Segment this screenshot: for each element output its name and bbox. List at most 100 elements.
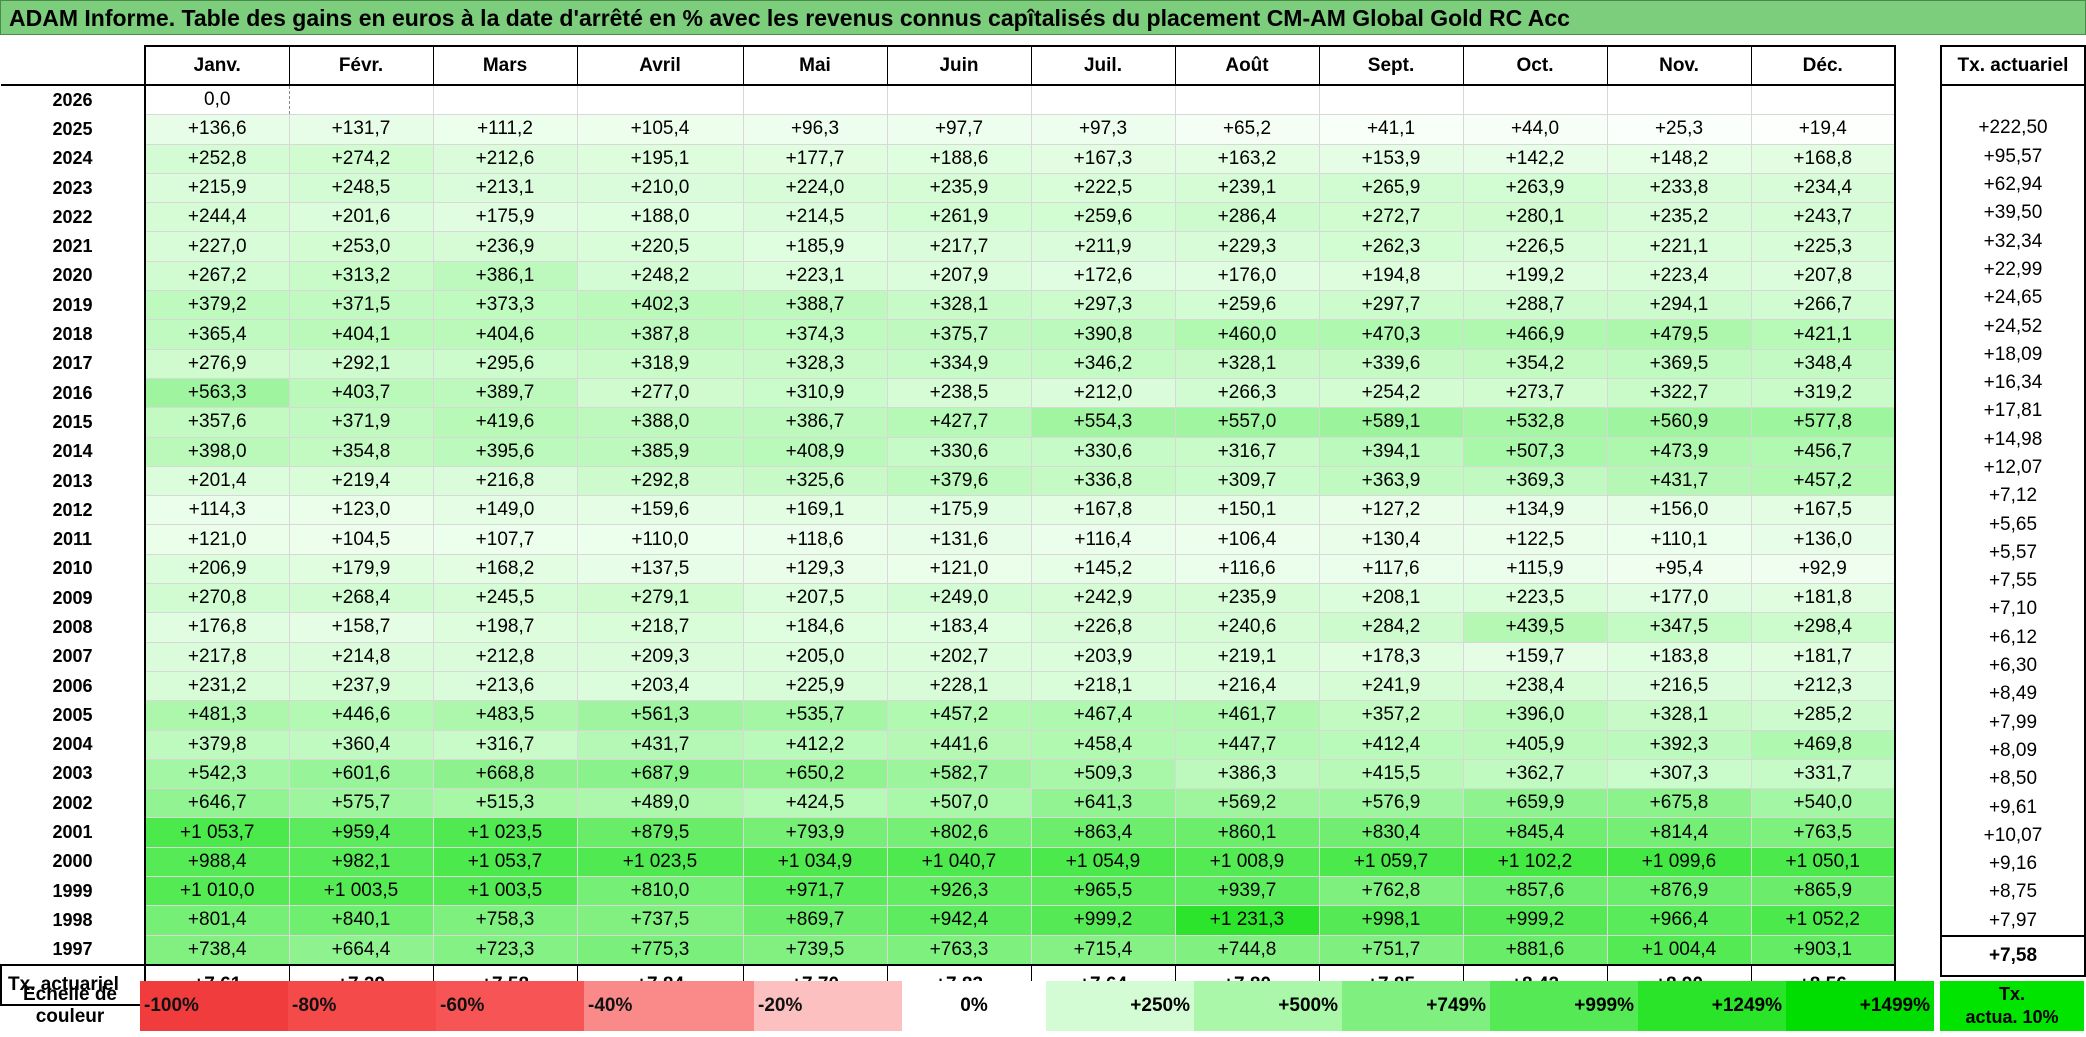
gain-cell: +999,2 — [1463, 905, 1608, 936]
gain-cell: +41,1 — [1319, 114, 1464, 145]
gain-cell: +238,4 — [1463, 671, 1608, 702]
gain-cell: +44,0 — [1463, 114, 1608, 145]
gain-cell: +310,9 — [743, 378, 888, 409]
month-header: Janv. — [145, 45, 290, 86]
gain-cell: +137,5 — [577, 554, 744, 585]
rate-row: +7,97 — [1940, 906, 2086, 937]
annual-rate: +9,61 — [1940, 793, 2086, 822]
gain-cell: +723,3 — [433, 935, 578, 966]
rate-row: +10,07 — [1940, 821, 2086, 851]
gain-cell: +219,4 — [289, 466, 434, 497]
gain-cell: +398,0 — [145, 437, 290, 467]
gain-cell: +427,7 — [887, 407, 1032, 438]
gain-cell: +176,8 — [145, 612, 290, 643]
year-label: 2011 — [1, 524, 146, 555]
gain-cell: +168,2 — [433, 554, 578, 585]
table-row: 2020 +267,2 +313,2 +386,1 +248,2 +223,1 +207,9… — [1, 261, 1896, 292]
gain-cell: +212,3 — [1751, 671, 1896, 702]
gain-cell: +279,1 — [577, 583, 744, 614]
gain-cell: +201,4 — [145, 466, 290, 497]
rate-column-header: Tx. actuariel — [1940, 45, 2086, 86]
annual-rate: +8,75 — [1940, 878, 2086, 907]
gain-cell: +971,7 — [743, 876, 888, 907]
year-label: 2014 — [1, 437, 146, 467]
gain-cell — [887, 85, 1032, 116]
table-row: 2001 +1 053,7 +959,4 +1 023,5 +879,5 +793,9 +8… — [1, 817, 1896, 848]
rate-row: +12,07 — [1940, 453, 2086, 483]
year-label: 2021 — [1, 231, 146, 262]
gain-cell: +328,1 — [1175, 349, 1320, 379]
gain-cell: +458,4 — [1031, 730, 1176, 760]
gain-cell: +181,7 — [1751, 642, 1896, 672]
gain-cell: +136,6 — [145, 114, 290, 145]
table-row: 2000 +988,4 +982,1 +1 053,7 +1 023,5 +1 034,9… — [1, 847, 1896, 878]
gain-cell: +404,1 — [289, 319, 434, 350]
gain-cell: +110,1 — [1607, 524, 1752, 555]
gain-cell: +542,3 — [145, 759, 290, 790]
annual-rate — [1940, 85, 2086, 115]
gain-cell: +457,2 — [887, 700, 1032, 731]
rate-row: +5,65 — [1940, 510, 2086, 539]
table-row: 2006 +231,2 +237,9 +213,6 +203,4 +225,9 +228,1… — [1, 671, 1896, 702]
gain-cell: +208,1 — [1319, 583, 1464, 614]
gain-cell: +259,6 — [1175, 290, 1320, 321]
gain-cell: +554,3 — [1031, 407, 1176, 438]
gain-cell: +532,8 — [1463, 407, 1608, 438]
table-row: 2024 +252,8 +274,2 +212,6 +195,1 +177,7 +188,6… — [1, 144, 1896, 174]
table-row: 2022 +244,4 +201,6 +175,9 +188,0 +214,5 +261,9… — [1, 202, 1896, 233]
gain-cell: +328,1 — [887, 290, 1032, 321]
table-row: 2004 +379,8 +360,4 +316,7 +431,7 +412,2 +441,6… — [1, 730, 1896, 760]
gain-cell: +267,2 — [145, 261, 290, 292]
year-label: 2002 — [1, 788, 146, 818]
gain-cell: +226,8 — [1031, 612, 1176, 643]
month-header: Déc. — [1751, 45, 1896, 86]
gain-cell: +1 008,9 — [1175, 847, 1320, 878]
gain-cell: +237,9 — [289, 671, 434, 702]
gain-cell: +560,9 — [1607, 407, 1752, 438]
gain-cell: +387,8 — [577, 319, 744, 350]
gain-cell: +473,9 — [1607, 437, 1752, 467]
gain-cell: +715,4 — [1031, 935, 1176, 966]
gain-cell: +239,1 — [1175, 173, 1320, 204]
gain-cell: +167,5 — [1751, 495, 1896, 526]
table-row: 1997 +738,4 +664,4 +723,3 +775,3 +739,5 +763,3… — [1, 935, 1896, 966]
month-header: Juin — [887, 45, 1032, 86]
table-row: 2019 +379,2 +371,5 +373,3 +402,3 +388,7 +328,1… — [1, 290, 1896, 321]
gain-cell — [433, 85, 578, 116]
year-label: 2001 — [1, 817, 146, 848]
table-row: 2007 +217,8 +214,8 +212,8 +209,3 +205,0 +202,7… — [1, 642, 1896, 672]
gain-cell: +582,7 — [887, 759, 1032, 790]
gain-cell: +106,4 — [1175, 524, 1320, 555]
gain-cell: +104,5 — [289, 524, 434, 555]
gain-cell: +1 053,7 — [145, 817, 290, 848]
gain-cell: +1 023,5 — [577, 847, 744, 878]
gain-cell: +169,1 — [743, 495, 888, 526]
gain-cell: +194,8 — [1319, 261, 1464, 292]
gain-cell: +424,5 — [743, 788, 888, 819]
gain-cell: +313,2 — [289, 261, 434, 292]
gain-cell: +114,3 — [145, 495, 290, 526]
annual-rate: +24,52 — [1940, 312, 2086, 341]
annual-rate: +62,94 — [1940, 170, 2086, 200]
gain-cell: +163,2 — [1175, 144, 1320, 174]
gain-cell: +763,3 — [887, 935, 1032, 966]
gain-cell: +330,6 — [1031, 437, 1176, 467]
gain-cell: +175,9 — [433, 202, 578, 233]
rate-row: +16,34 — [1940, 368, 2086, 398]
gain-cell: +405,9 — [1463, 730, 1608, 760]
gain-cell: +966,4 — [1607, 905, 1752, 936]
gain-cell: +379,2 — [145, 290, 290, 321]
gain-cell: +231,2 — [145, 671, 290, 702]
gain-cell: +177,7 — [743, 144, 888, 174]
gain-cell: +601,6 — [289, 759, 434, 790]
gain-cell: +217,8 — [145, 642, 290, 672]
gain-cell: +136,0 — [1751, 524, 1896, 555]
gain-cell: +272,7 — [1319, 202, 1464, 233]
gain-cell: +395,6 — [433, 437, 578, 467]
gain-cell: +396,0 — [1463, 700, 1608, 731]
gain-cell: +97,7 — [887, 114, 1032, 145]
annual-rate: +8,50 — [1940, 765, 2086, 794]
rate-row: +62,94 — [1940, 170, 2086, 200]
gain-cell: +285,2 — [1751, 700, 1896, 731]
gain-cell: +431,7 — [577, 730, 744, 760]
